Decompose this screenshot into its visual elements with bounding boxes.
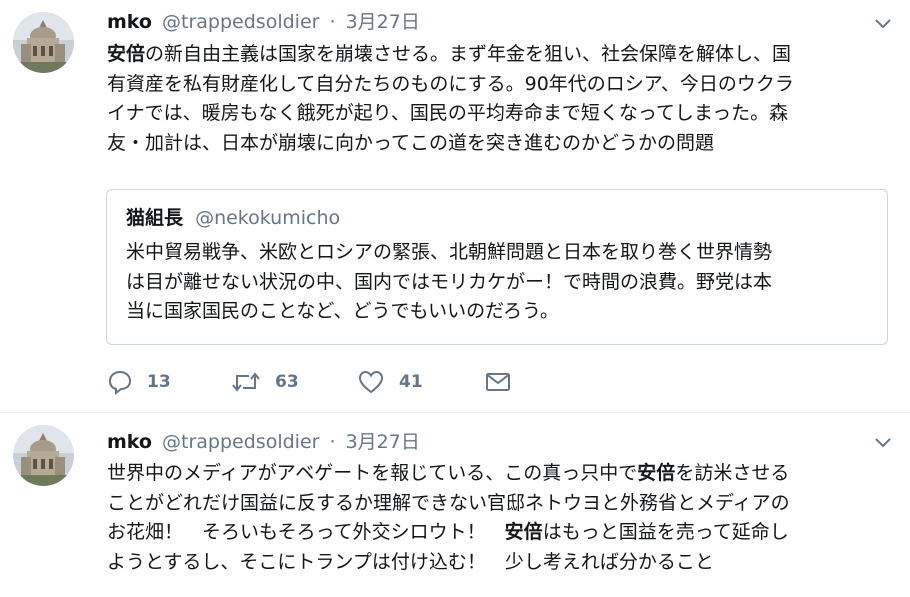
tweet-text-line: 安倍の新自由主義は国家を崩壊させる。まず年金を狙い、社会保障を解体し、国 bbox=[107, 40, 897, 70]
tweet-text-line: 世界中のメディアがアベゲートを報じている、この真っ只中で安倍を訪米させる bbox=[107, 459, 897, 489]
quoted-user-handle: @nekokumicho bbox=[195, 207, 341, 229]
quoted-tweet[interactable]: 猫組長 @nekokumicho 米中貿易戦争、米欧とロシアの緊張、北朝鮮問題と… bbox=[106, 189, 888, 345]
tweet-text-line: お花畑！ そろいもそろって外交シロウト！ 安倍はもっと国益を売って延命し bbox=[107, 518, 897, 548]
timestamp[interactable]: 3月27日 bbox=[346, 431, 420, 453]
tweet-text-line: 友・加計は、日本が崩壊に向かってこの道を突き進むのかどうかの問題 bbox=[107, 129, 897, 159]
quoted-display-name: 猫組長 bbox=[126, 207, 184, 229]
heart-icon bbox=[358, 370, 384, 394]
like-button[interactable]: 41 bbox=[357, 368, 423, 396]
reply-count: 13 bbox=[147, 372, 171, 392]
avatar-image bbox=[13, 12, 74, 73]
tweet-text-line: イナでは、暖房もなく餓死が起り、国民の平均寿命まで短くなってしまった。森 bbox=[107, 99, 897, 129]
separator: · bbox=[329, 431, 336, 453]
text-segment: お花畑！ そろいもそろって外交シロウト！ bbox=[107, 521, 505, 543]
envelope-icon bbox=[486, 373, 510, 391]
text-segment: ことがどれだけ国益に反するか理解できない官邸ネトウヨと外務省とメディアの bbox=[107, 491, 790, 514]
like-count: 41 bbox=[399, 372, 423, 392]
text-segment: ようとするし、そこにトランプは付け込む！ 少し考えれば分かること bbox=[107, 550, 714, 573]
text-segment: 友・加計は、日本が崩壊に向かってこの道を突き進むのかどうかの問題 bbox=[107, 131, 715, 154]
timestamp[interactable]: 3月27日 bbox=[346, 11, 420, 33]
quoted-text-line: 米中貿易戦争、米欧とロシアの緊張、北朝鮮問題と日本を取り巻く世界情勢 bbox=[126, 241, 773, 263]
quoted-text-line: は目が離せない状況の中、国内ではモリカケがー！で時間の浪費。野党は本 bbox=[126, 270, 773, 293]
retweet-button[interactable]: 63 bbox=[231, 368, 299, 396]
tweet-header: mko @trappedsoldier · 3月27日 bbox=[107, 9, 420, 35]
display-name[interactable]: mko bbox=[107, 431, 152, 453]
quoted-text-line: 当に国家国民のことなど、どうでもいいのだろう。 bbox=[126, 300, 559, 322]
tweet[interactable]: mko @trappedsoldier · 3月27日 世界中のメディアがアベゲ… bbox=[0, 413, 910, 597]
display-name[interactable]: mko bbox=[107, 11, 152, 33]
avatar[interactable] bbox=[13, 425, 74, 486]
tweet[interactable]: mko @trappedsoldier · 3月27日 安倍の新自由主義は国家を… bbox=[0, 0, 910, 413]
text-segment: はもっと国益を売って延命し bbox=[542, 521, 789, 543]
tweet-text: 安倍の新自由主義は国家を崩壊させる。まず年金を狙い、社会保障を解体し、国 有資産を… bbox=[107, 40, 897, 158]
text-segment: 世界中のメディアがアベゲートを報じている、この真っ只中で bbox=[107, 462, 638, 484]
highlighted-keyword: 安倍 bbox=[637, 462, 676, 484]
avatar-image bbox=[13, 425, 74, 486]
text-segment: 有資産を私有財産化して自分たちのものにする。90年代のロシア、今日のウクラ bbox=[107, 72, 794, 95]
text-segment: イナでは、暖房もなく餓死が起り、国民の平均寿命まで短くなってしまった。森 bbox=[107, 102, 789, 124]
tweet-text-line: 有資産を私有財産化して自分たちのものにする。90年代のロシア、今日のウクラ bbox=[107, 70, 897, 100]
separator: · bbox=[329, 11, 336, 33]
tweet-text-line: ようとするし、そこにトランプは付け込む！ 少し考えれば分かること bbox=[107, 548, 897, 578]
tweet-text-line: ことがどれだけ国益に反するか理解できない官邸ネトウヨと外務省とメディアの bbox=[107, 489, 897, 519]
user-handle[interactable]: @trappedsoldier bbox=[162, 11, 319, 33]
reply-button[interactable]: 13 bbox=[107, 368, 171, 396]
tweet-actions: 13 63 41 bbox=[107, 368, 527, 396]
reply-icon bbox=[108, 370, 132, 395]
retweet-count: 63 bbox=[275, 372, 299, 392]
text-segment: を訪米させる bbox=[675, 462, 790, 484]
text-segment: の新自由主義は国家を崩壊させる。まず年金を狙い、社会保障を解体し、国 bbox=[145, 43, 792, 65]
highlighted-keyword: 安倍 bbox=[107, 43, 146, 65]
tweet-header: mko @trappedsoldier · 3月27日 bbox=[107, 429, 420, 455]
direct-message-button[interactable] bbox=[485, 368, 511, 396]
quoted-tweet-text: 米中貿易戦争、米欧とロシアの緊張、北朝鮮問題と日本を取り巻く世界情勢 は目が離せ… bbox=[126, 238, 876, 327]
quoted-tweet-header: 猫組長 @nekokumicho bbox=[126, 205, 340, 231]
chevron-down-icon[interactable] bbox=[874, 18, 892, 30]
avatar[interactable] bbox=[13, 12, 74, 73]
chevron-down-icon[interactable] bbox=[874, 437, 892, 449]
retweet-icon bbox=[232, 372, 260, 392]
user-handle[interactable]: @trappedsoldier bbox=[162, 431, 319, 453]
tweet-text: 世界中のメディアがアベゲートを報じている、この真っ只中で安倍を訪米させる ことがど… bbox=[107, 459, 897, 577]
highlighted-keyword: 安倍 bbox=[504, 521, 543, 543]
